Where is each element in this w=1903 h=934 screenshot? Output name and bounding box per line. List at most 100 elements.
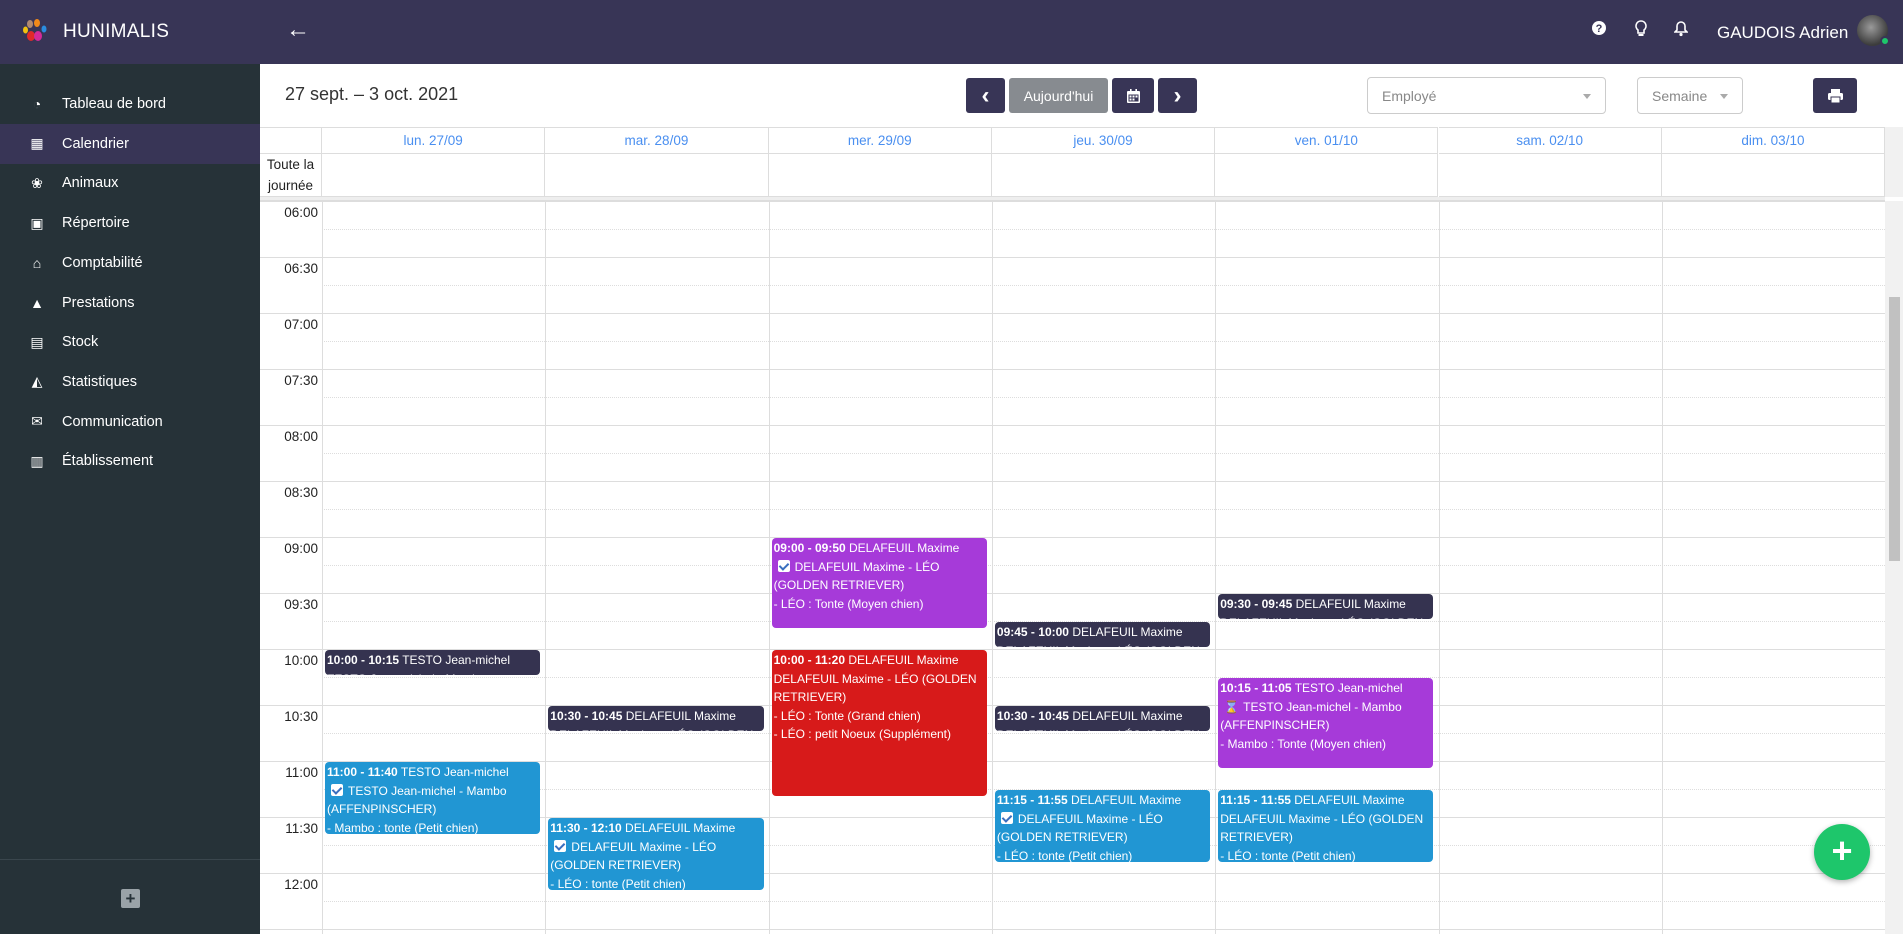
chart-area-icon: ◭ — [31, 373, 43, 390]
view-select[interactable]: Semaine — [1637, 77, 1743, 114]
service-bell-icon: ▲ — [30, 294, 44, 311]
event-detail: DELAFEUIL Maxime - LÉO (GOLDEN RETRIEVER… — [1220, 614, 1431, 620]
all-day-cell[interactable] — [545, 154, 769, 197]
day-header[interactable]: sam. 02/10 — [1438, 127, 1662, 154]
user-name[interactable]: GAUDOIS Adrien — [1717, 23, 1848, 43]
time-label: 10:00 — [284, 653, 318, 668]
event-time: 10:30 - 10:45 — [550, 709, 623, 723]
sidebar-item-tableau-de-bord[interactable]: ◔ Tableau de bord — [0, 84, 260, 124]
lightbulb-icon[interactable] — [1632, 20, 1650, 38]
event-detail: DELAFEUIL Maxime - LÉO (GOLDEN RETRIEVER… — [997, 642, 1208, 648]
sidebar-item-label: Établissement — [62, 453, 154, 470]
calendar-event[interactable]: 10:00 - 10:15 TESTO Jean-michelTESTO Jea… — [325, 650, 541, 676]
event-title: DELAFEUIL Maxime — [849, 541, 960, 555]
all-day-cell[interactable] — [322, 154, 546, 197]
event-time: 10:15 - 11:05 — [1220, 681, 1292, 695]
time-grid: 06:00 06:30 07:00 07:30 08:00 08:30 09:00 09:30… — [260, 201, 1885, 934]
time-label: 06:30 — [284, 261, 318, 276]
half-hour-line — [260, 369, 1885, 370]
arrow-left-icon[interactable]: ← — [286, 16, 310, 44]
day-header[interactable]: mer. 29/09 — [768, 127, 992, 154]
day-header[interactable]: jeu. 30/09 — [991, 127, 1216, 154]
event-heading: 09:30 - 09:45 DELAFEUIL Maxime — [1220, 595, 1431, 614]
scrollbar-thumb[interactable] — [1889, 297, 1900, 561]
sidebar-item-label: Tableau de bord — [62, 96, 166, 112]
date-range-title: 27 sept. – 3 oct. 2021 — [285, 84, 459, 104]
time-label: 09:30 — [284, 597, 318, 612]
calendar-event[interactable]: 11:00 - 11:40 TESTO Jean-michel TESTO Jea… — [325, 762, 541, 834]
help-icon[interactable]: ? — [1590, 20, 1608, 38]
check-square-icon — [1000, 811, 1013, 824]
half-hour-line — [260, 537, 1885, 538]
event-title: TESTO Jean-michel — [402, 653, 511, 667]
calendar-event[interactable]: 09:00 - 09:50 DELAFEUIL Maxime DELAFEUIL … — [771, 538, 987, 629]
add-appointment-button[interactable]: + — [1814, 824, 1870, 880]
half-hour-line — [260, 257, 1885, 258]
sidebar-item-communication[interactable]: ✉ Communication — [0, 402, 260, 442]
day-header[interactable]: dim. 03/10 — [1661, 127, 1886, 154]
calendar-event[interactable]: 10:00 - 11:20 DELAFEUIL Maxime DELAFEUIL … — [771, 650, 987, 797]
today-button[interactable]: Aujourd'hui — [1009, 78, 1108, 113]
sidebar-item-prestations[interactable]: ▲ Prestations — [0, 283, 260, 323]
sidebar-item-repertoire[interactable]: ▣ Répertoire — [0, 203, 260, 243]
event-detail: - LÉO : petit Noeux (Supplément) — [773, 727, 952, 741]
day-header[interactable]: ven. 01/10 — [1215, 127, 1439, 154]
calendar-event[interactable]: 11:15 - 11:55 DELAFEUIL Maxime DELAFEUIL … — [1218, 790, 1434, 862]
paw-icon: ❀ — [31, 174, 43, 191]
all-day-cell[interactable] — [1438, 154, 1662, 197]
event-title: DELAFEUIL Maxime — [848, 653, 959, 667]
quarter-hour-line — [322, 677, 1885, 678]
calendar-event[interactable]: 11:15 - 11:55 DELAFEUIL Maxime DELAFEUIL … — [994, 790, 1211, 862]
half-hour-line — [260, 481, 1885, 482]
calendar-event[interactable]: 10:30 - 10:45 DELAFEUIL MaximeDELAFEUIL … — [994, 706, 1211, 732]
half-hour-line — [260, 425, 1885, 426]
check-square-icon — [554, 839, 567, 852]
day-header[interactable]: mar. 28/09 — [545, 127, 769, 154]
event-title: TESTO Jean-michel — [400, 765, 509, 779]
all-day-cell[interactable] — [768, 154, 992, 197]
caret-down-icon — [1720, 94, 1728, 99]
day-column-divider — [768, 201, 770, 934]
calendar-event[interactable]: 10:30 - 10:45 DELAFEUIL MaximeDELAFEUIL … — [548, 706, 764, 731]
print-icon — [1827, 88, 1843, 103]
event-detail: - LÉO : Tonte (Moyen chien) — [773, 596, 924, 611]
event-time: 11:30 - 12:10 — [550, 821, 622, 835]
all-day-cell[interactable] — [991, 154, 1216, 197]
quarter-hour-line — [322, 733, 1885, 734]
all-day-scrollbar[interactable] — [1885, 127, 1903, 197]
sidebar-item-calendrier[interactable]: ▦ Calendrier — [0, 123, 260, 164]
event-detail: - Mambo : tonte (Petit chien) — [327, 820, 479, 834]
print-button[interactable] — [1813, 78, 1857, 113]
prev-week-button[interactable]: ‹ — [966, 78, 1005, 113]
half-hour-line — [260, 313, 1885, 314]
all-day-cell[interactable] — [1661, 154, 1886, 197]
time-label: 10:30 — [284, 709, 318, 724]
calendar-event[interactable]: 09:45 - 10:00 DELAFEUIL MaximeDELAFEUIL … — [994, 622, 1211, 648]
day-header[interactable]: lun. 27/09 — [322, 127, 546, 154]
next-week-button[interactable]: › — [1158, 78, 1197, 113]
mail-bulk-icon: ✉ — [31, 413, 43, 430]
axis-header — [260, 127, 322, 154]
date-picker-button[interactable] — [1112, 78, 1154, 113]
plus-square-icon[interactable]: + — [121, 889, 140, 908]
sidebar-item-label: Statistiques — [62, 373, 137, 390]
event-detail: TESTO Jean-michel - Mambo (AFFENPINSCHER… — [327, 670, 538, 676]
event-heading: 11:15 - 11:55 DELAFEUIL Maxime — [997, 791, 1208, 810]
time-grid-scrollbar[interactable] — [1885, 201, 1903, 934]
axis-divider — [322, 201, 323, 934]
calendar-event[interactable]: 10:15 - 11:05 TESTO Jean-michel ⌛ TESTO Je… — [1218, 678, 1434, 769]
all-day-cell[interactable] — [1215, 154, 1439, 197]
sidebar-item-etablissement[interactable]: ▥ Établissement — [0, 441, 260, 481]
sidebar-item-animaux[interactable]: ❀ Animaux — [0, 163, 260, 203]
bell-icon[interactable] — [1672, 20, 1690, 38]
employee-select[interactable]: Employé — [1367, 77, 1606, 114]
chevron-right-icon: › — [1173, 81, 1182, 109]
sidebar-item-stock[interactable]: ▤ Stock — [0, 322, 260, 362]
event-heading: 11:30 - 12:10 DELAFEUIL Maxime — [550, 819, 761, 838]
event-detail: DELAFEUIL Maxime - LÉO (GOLDEN RETRIEVER… — [997, 726, 1208, 732]
calendar-event[interactable]: 09:30 - 09:45 DELAFEUIL MaximeDELAFEUIL … — [1218, 594, 1434, 620]
sidebar-item-statistiques[interactable]: ◭ Statistiques — [0, 362, 260, 402]
sidebar-item-label: Calendrier — [62, 135, 129, 152]
calendar-event[interactable]: 11:30 - 12:10 DELAFEUIL Maxime DELAFEUIL … — [548, 818, 764, 890]
sidebar-item-comptabilite[interactable]: ⌂ Comptabilité — [0, 243, 260, 283]
